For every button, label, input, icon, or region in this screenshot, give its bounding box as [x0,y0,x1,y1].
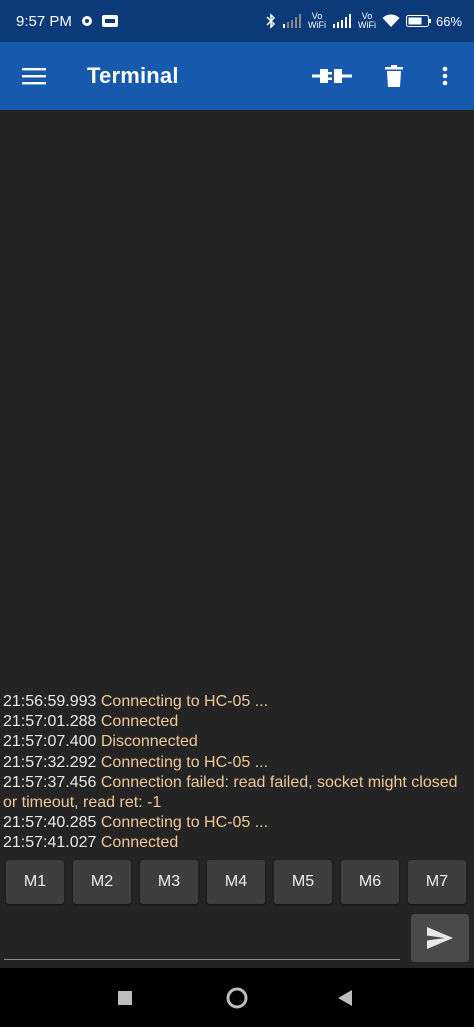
battery-indicator: 66% [405,13,462,29]
log-line: 21:57:37.456 Connection failed: read fai… [3,773,469,813]
log-timestamp: 21:57:40.285 [3,814,97,832]
more-options-button[interactable] [422,42,468,110]
volte-wifi-label-1: Vo WiFi [307,11,326,30]
back-button[interactable] [333,986,357,1010]
log-timestamp: 21:57:37.456 [3,773,97,791]
circle-home-icon [226,987,248,1009]
log-line: 21:57:41.027 Connected [3,833,469,853]
log-message: Connected [100,713,179,731]
log-timestamp: 21:57:01.288 [3,713,97,731]
macro-button-m2[interactable]: M2 [73,860,131,904]
send-button[interactable] [411,914,469,962]
macro-button-m4[interactable]: M4 [207,860,265,904]
page-title: Terminal [87,63,179,88]
log-line: 21:57:32.292 Connecting to HC-05 ... [3,753,469,773]
terminal-log: 21:56:59.993 Connecting to HC-05 ... 21:5… [3,692,469,854]
settings-gear-icon [80,14,94,28]
log-timestamp: 21:57:41.027 [3,834,97,852]
macro-button-m3[interactable]: M3 [140,860,198,904]
hamburger-icon [22,68,46,85]
menu-button[interactable] [0,42,68,110]
app-bar: Terminal [0,42,474,110]
volte-wifi-label-2: Vo WiFi [357,11,376,30]
square-recents-icon [118,991,132,1005]
log-timestamp: 21:56:59.993 [3,693,97,710]
log-line: 21:56:59.993 Connecting to HC-05 ... [3,692,469,712]
status-time: 9:57 PM [16,12,72,30]
trash-icon [385,65,403,87]
battery-percent: 66 [435,13,451,29]
send-text-input[interactable] [4,915,400,960]
log-timestamp: 21:57:32.292 [3,753,97,771]
log-message: Disconnected [100,733,198,751]
screen: 9:57 PM Vo WiFi Vo WiFi 66 % Terminal 21… [0,0,474,1027]
plug-connect-icon [312,69,352,83]
more-vert-icon [442,66,448,86]
signal-strength-icon [282,14,302,28]
delete-button[interactable] [366,42,422,110]
triangle-back-icon [338,990,352,1006]
log-line: 21:57:07.400 Disconnected [3,732,469,752]
send-icon [427,927,453,949]
signal-strength-icon-2 [332,14,352,28]
log-message: Connecting to HC-05 ... [100,693,269,710]
log-message: Connecting to HC-05 ... [100,753,269,771]
navigation-bar [0,968,474,1027]
macro-button-m6[interactable]: M6 [341,860,399,904]
battery-icon [405,15,431,27]
macro-button-m5[interactable]: M5 [274,860,332,904]
home-button[interactable] [225,986,249,1010]
log-message: Connecting to HC-05 ... [100,814,269,832]
status-bar: 9:57 PM Vo WiFi Vo WiFi 66 % [0,0,474,42]
macro-button-m7[interactable]: M7 [408,860,466,904]
notification-app-icon [101,15,118,27]
macro-button-row: M1 M2 M3 M4 M5 M6 M7 [6,860,466,904]
macro-button-m1[interactable]: M1 [6,860,64,904]
recents-button[interactable] [113,986,137,1010]
log-line: 21:57:01.288 Connected [3,712,469,732]
log-line: 21:57:40.285 Connecting to HC-05 ... [3,813,469,833]
wifi-icon [382,14,400,28]
connect-button[interactable] [298,42,366,110]
bluetooth-icon [266,13,276,29]
log-message: Connected [100,834,179,852]
battery-unit: % [450,13,462,29]
log-timestamp: 21:57:07.400 [3,733,97,751]
